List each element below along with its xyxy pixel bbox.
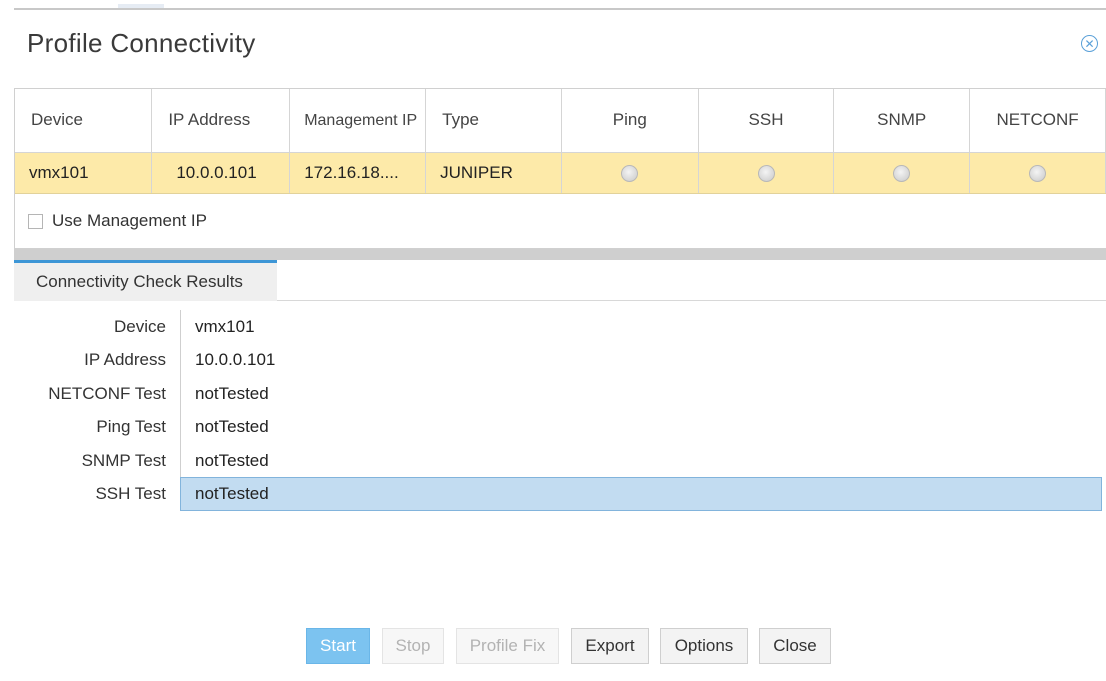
- column-header-ping[interactable]: Ping: [561, 89, 699, 153]
- result-label-ip-address: IP Address: [84, 350, 166, 369]
- device-grid: Device IP Address Management IP Type Pin…: [14, 88, 1106, 249]
- dialog-top-marker: [118, 4, 164, 8]
- device-table: Device IP Address Management IP Type Pin…: [15, 89, 1106, 194]
- dialog-title: Profile Connectivity: [27, 28, 256, 58]
- cell-management-ip: 172.16.18....: [289, 152, 427, 194]
- result-label-netconf-test: NETCONF Test: [48, 384, 166, 403]
- column-header-device[interactable]: Device: [15, 89, 153, 153]
- panel-splitter[interactable]: [14, 249, 1106, 260]
- result-value-ssh-test: notTested: [195, 484, 269, 503]
- profile-fix-button[interactable]: Profile Fix: [456, 628, 559, 664]
- cell-ip-address: 10.0.0.101: [151, 152, 291, 194]
- use-management-ip-checkbox[interactable]: [28, 213, 43, 229]
- results-tab-bar: Connectivity Check Results: [14, 260, 1106, 301]
- column-header-management-ip[interactable]: Management IP: [289, 89, 427, 153]
- column-header-ip-address[interactable]: IP Address: [151, 89, 291, 153]
- result-value-device: vmx101: [195, 317, 255, 336]
- cell-ping: [561, 152, 699, 194]
- tab-connectivity-check-results[interactable]: Connectivity Check Results: [14, 260, 277, 301]
- column-header-snmp[interactable]: SNMP: [833, 89, 971, 153]
- cell-ssh: [698, 152, 835, 194]
- use-management-ip-label: Use Management IP: [52, 211, 207, 230]
- dialog-top-border: [14, 8, 1106, 10]
- result-label-device: Device: [114, 317, 166, 336]
- start-button[interactable]: Start: [306, 628, 370, 664]
- table-header-row: Device IP Address Management IP Type Pin…: [15, 89, 1106, 153]
- result-value-snmp-test: notTested: [195, 451, 269, 470]
- column-header-ssh[interactable]: SSH: [698, 89, 835, 153]
- cell-netconf: [969, 152, 1106, 194]
- cell-snmp: [833, 152, 971, 194]
- options-button[interactable]: Options: [660, 628, 748, 664]
- result-label-ping-test: Ping Test: [96, 417, 166, 436]
- cell-type: JUNIPER: [425, 152, 562, 194]
- column-header-netconf[interactable]: NETCONF: [969, 89, 1106, 153]
- selected-result-row[interactable]: [180, 477, 1102, 511]
- netconf-radio-icon[interactable]: [1029, 164, 1047, 182]
- close-circle-icon[interactable]: ✕: [1081, 35, 1098, 52]
- stop-button[interactable]: Stop: [382, 628, 444, 664]
- ping-radio-icon[interactable]: [621, 164, 639, 182]
- use-management-ip-option[interactable]: Use Management IP: [28, 211, 207, 231]
- ssh-radio-icon[interactable]: [757, 164, 775, 182]
- export-button[interactable]: Export: [571, 628, 649, 664]
- close-button[interactable]: Close: [759, 628, 831, 664]
- cell-device: vmx101: [15, 152, 153, 194]
- table-row[interactable]: vmx101 10.0.0.101 172.16.18.... JUNIPER: [15, 152, 1106, 194]
- result-value-ping-test: notTested: [195, 417, 269, 436]
- result-value-netconf-test: notTested: [195, 384, 269, 403]
- snmp-radio-icon[interactable]: [893, 164, 911, 182]
- column-header-type[interactable]: Type: [425, 89, 562, 153]
- result-label-snmp-test: SNMP Test: [81, 451, 166, 470]
- result-value-ip-address: 10.0.0.101: [195, 350, 276, 369]
- result-label-ssh-test: SSH Test: [95, 484, 166, 503]
